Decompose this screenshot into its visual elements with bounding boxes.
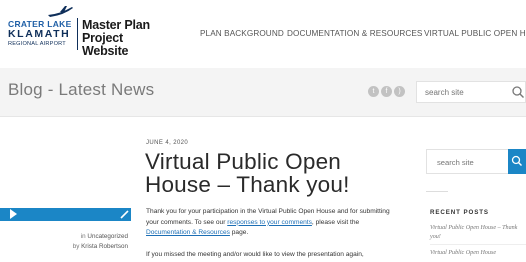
category-link[interactable]: Uncategorized <box>87 233 128 240</box>
sidebar-search-button[interactable] <box>508 149 526 174</box>
paragraph-text: , please visit the <box>311 218 360 226</box>
post-paragraph-1: Thank you for your participation in the … <box>146 207 392 239</box>
site-logo[interactable]: CRATER LAKE KLAMATH REGIONAL AIRPORT Mas… <box>8 5 158 58</box>
recent-post-link[interactable]: Virtual Public Open House – Thank you! <box>430 224 526 242</box>
post-category: in Uncategorized <box>81 233 128 240</box>
post-paragraph-2: If you missed the meeting and/or would l… <box>146 251 364 258</box>
paragraph-text: page. <box>229 229 249 237</box>
rss-icon[interactable]: ) <box>394 86 405 97</box>
nav-documentation-resources[interactable]: DOCUMENTATION & RESOURCES <box>287 29 422 38</box>
post-author: by Krista Robertson <box>73 243 128 250</box>
recent-post-link[interactable]: Virtual Public Open House <box>430 249 526 258</box>
post-date: JUNE 4, 2020 <box>146 140 189 146</box>
ribbon-notch <box>10 209 17 219</box>
site-title: Master Plan Project Website <box>82 19 158 58</box>
logo-divider <box>77 18 78 50</box>
page-title-band: Blog - Latest News t f ) <box>0 68 526 117</box>
post-ribbon <box>0 208 131 221</box>
site-title-line2: Project Website <box>82 31 129 58</box>
site-header: CRATER LAKE KLAMATH REGIONAL AIRPORT Mas… <box>0 0 526 68</box>
sidebar-divider <box>426 191 448 192</box>
header-search-input[interactable] <box>423 87 507 98</box>
post-title[interactable]: Virtual Public Open House – Thank you! <box>145 150 385 196</box>
nav-plan-background[interactable]: PLAN BACKGROUND <box>200 29 284 38</box>
search-icon <box>511 155 522 166</box>
pencil-icon <box>120 210 129 219</box>
category-prefix: in <box>80 233 86 240</box>
author-link[interactable]: Krista Robertson <box>81 243 128 250</box>
recent-posts-heading: RECENT POSTS <box>430 209 489 216</box>
nav-virtual-open-house[interactable]: VIRTUAL PUBLIC OPEN HOUSE <box>424 29 526 38</box>
twitter-icon[interactable]: t <box>368 86 379 97</box>
sidebar-search-input[interactable] <box>435 157 495 168</box>
facebook-icon[interactable]: f <box>381 86 392 97</box>
logo-klamath: KLAMATH <box>8 28 71 40</box>
page-title: Blog - Latest News <box>8 80 155 99</box>
header-search <box>416 81 526 103</box>
search-icon[interactable] <box>511 85 525 99</box>
logo-regional-airport: REGIONAL AIRPORT <box>8 41 66 47</box>
documentation-link[interactable]: Documentation & Resources <box>146 229 230 236</box>
author-prefix: by <box>72 243 80 250</box>
recent-post-separator <box>430 244 526 245</box>
airplane-icon <box>48 6 73 17</box>
responses-link[interactable]: responses to your comments <box>227 219 312 226</box>
